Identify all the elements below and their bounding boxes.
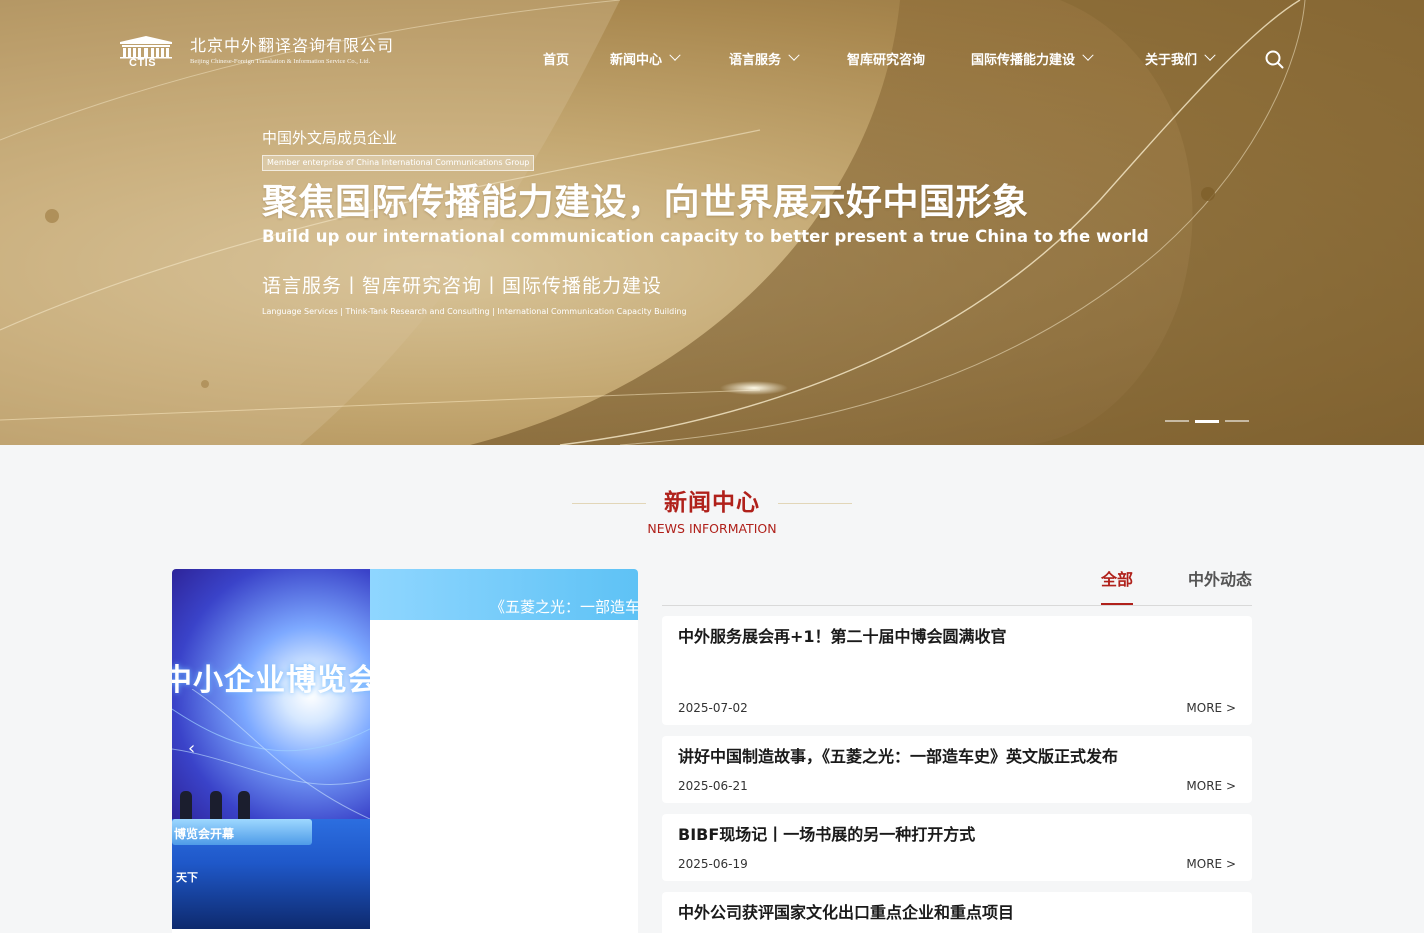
news-list-item[interactable]: BIBF现场记丨一场书展的另一种打开方式 2025-06-19 MORE > xyxy=(662,814,1252,881)
building-logo-icon: CTIS xyxy=(118,32,174,70)
news-list-item[interactable]: 中外服务展会再+1！第二十届中博会圆满收官 2025-07-02 MORE > xyxy=(662,616,1252,725)
news-date: 2025-06-19 xyxy=(678,857,748,871)
chevron-down-icon xyxy=(669,49,681,61)
nav-label: 智库研究咨询 xyxy=(847,52,926,68)
tab-ctis-news[interactable]: 中外动态 xyxy=(1188,570,1252,605)
news-tabs: 全部 中外动态 xyxy=(662,566,1252,606)
stage-text: 博览会开幕 xyxy=(174,827,235,841)
nav-item-about-us[interactable]: 关于我们 xyxy=(1145,46,1216,70)
slide-dot[interactable] xyxy=(1225,420,1249,422)
slide-dot[interactable] xyxy=(1165,420,1189,422)
news-date: 2025-06-21 xyxy=(678,779,748,793)
nav-label: 首页 xyxy=(543,52,570,68)
hero-services-en: Language Services | Think-Tank Research … xyxy=(262,307,687,316)
news-date: 2025-07-02 xyxy=(678,701,748,715)
nav-label: 语言服务 xyxy=(729,52,782,68)
company-name-cn: 北京中外翻译咨询有限公司 xyxy=(190,36,395,55)
hero-banner: CTIS 北京中外翻译咨询有限公司 Beijing Chinese-Foreig… xyxy=(0,0,1424,445)
nav-item-think-tank[interactable]: 智库研究咨询 xyxy=(847,46,925,70)
chevron-down-icon xyxy=(1082,49,1094,61)
tab-all[interactable]: 全部 xyxy=(1101,570,1134,605)
slide-dot-active[interactable] xyxy=(1195,419,1219,423)
section-title-cn: 新闻中心 xyxy=(664,490,760,516)
news-title[interactable]: BIBF现场记丨一场书展的另一种打开方式 xyxy=(678,824,975,846)
light-rays-graphic xyxy=(172,689,370,820)
photo-corner-text: 天下 xyxy=(176,871,198,884)
news-title[interactable]: 中外服务展会再+1！第二十届中博会圆满收官 xyxy=(678,626,1007,648)
logo-abbreviation: CTIS xyxy=(129,57,157,69)
nav-label: 国际传播能力建设 xyxy=(971,52,1076,68)
hero-slogan: 中国外文局成员企业 Member enterprise of China Int… xyxy=(262,126,1149,318)
hero-subtitle-cn: 中国外文局成员企业 xyxy=(262,129,398,147)
chevron-down-icon xyxy=(1204,49,1216,61)
hero-services-cn: 语言服务丨智库研究咨询丨国际传播能力建设 xyxy=(262,275,663,297)
news-list-item[interactable]: 中外公司获评国家文化出口重点企业和重点项目 xyxy=(662,892,1252,933)
nav-item-news[interactable]: 新闻中心 xyxy=(610,46,681,70)
slide-pagination xyxy=(1165,419,1249,423)
company-name-en: Beijing Chinese-Foreign Translation & In… xyxy=(190,58,371,65)
more-link[interactable]: MORE > xyxy=(1186,856,1236,872)
section-title-en: NEWS INFORMATION xyxy=(647,521,777,536)
news-list-item[interactable]: 讲好中国制造故事，《五菱之光：一部造车史》英文版正式发布 2025-06-21 … xyxy=(662,736,1252,803)
nav-label: 新闻中心 xyxy=(610,52,663,68)
news-title[interactable]: 中外公司获评国家文化出口重点企业和重点项目 xyxy=(678,902,1014,924)
nav-item-communication-capacity[interactable]: 国际传播能力建设 xyxy=(971,46,1094,70)
next-slide-banner[interactable]: 《五菱之光：一部造车史 xyxy=(370,569,638,620)
nav-item-home[interactable]: 首页 xyxy=(543,46,569,70)
hero-headline-en: Build up our international communication… xyxy=(262,227,1149,246)
hero-headline-cn: 聚焦国际传播能力建设，向世界展示好中国形象 xyxy=(262,181,1029,223)
more-link[interactable]: MORE > xyxy=(1186,700,1236,716)
news-section-title: 新闻中心 NEWS INFORMATION xyxy=(0,488,1424,538)
chevron-left-icon[interactable]: ‹ xyxy=(188,739,202,759)
hero-badge: Member enterprise of China International… xyxy=(262,155,535,171)
search-icon[interactable] xyxy=(1265,50,1284,69)
news-title[interactable]: 讲好中国制造故事，《五菱之光：一部造车史》英文版正式发布 xyxy=(678,746,1118,768)
banner-text: 《五菱之光：一部造车史 xyxy=(490,598,638,616)
nav-item-language-services[interactable]: 语言服务 xyxy=(729,46,800,70)
featured-news-carousel[interactable]: 中小企业博览会 博览会开幕 天下 ‹ 《五菱之光：一部造车史 xyxy=(172,569,638,933)
more-link[interactable]: MORE > xyxy=(1186,778,1236,794)
nav-label: 关于我们 xyxy=(1145,52,1198,68)
chevron-down-icon xyxy=(788,49,800,61)
company-logo[interactable]: CTIS 北京中外翻译咨询有限公司 Beijing Chinese-Foreig… xyxy=(118,32,394,70)
